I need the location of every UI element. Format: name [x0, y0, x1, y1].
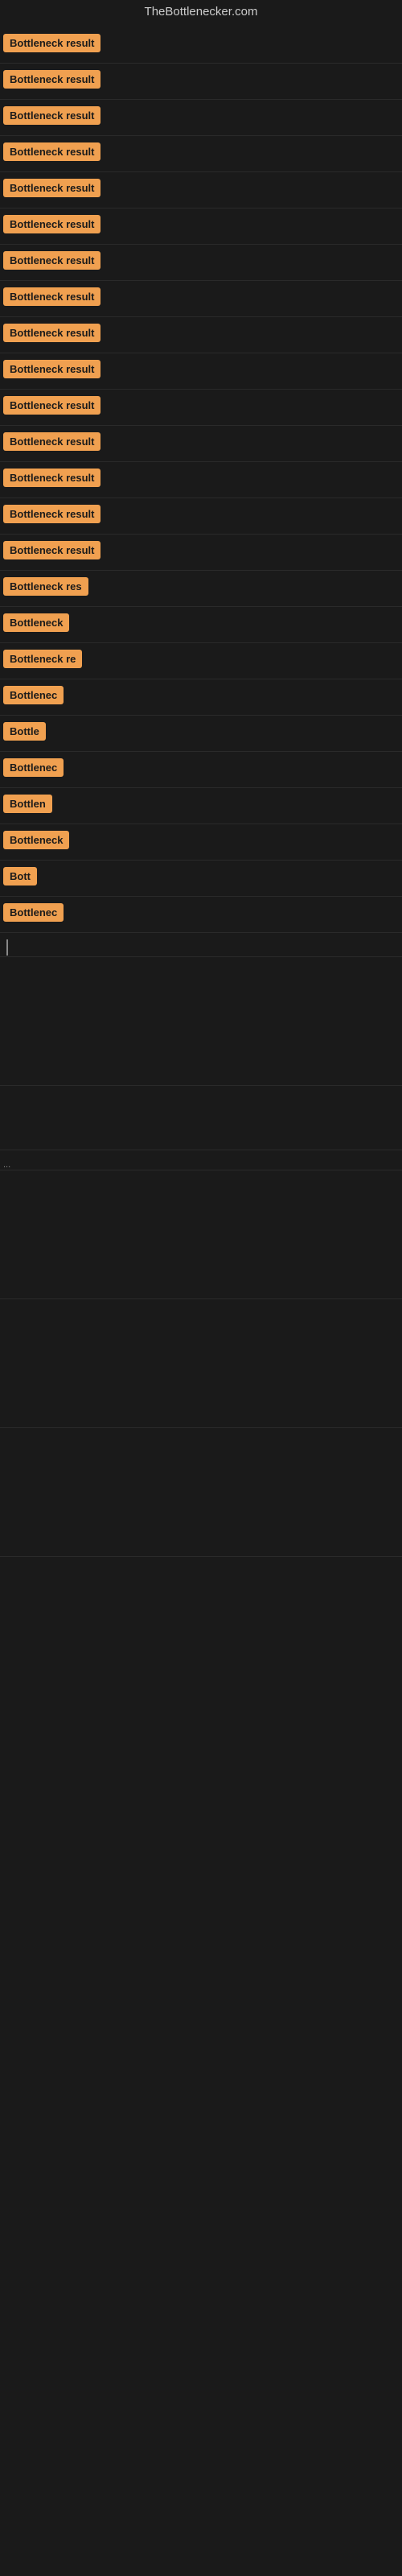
bottleneck-badge-12[interactable]: Bottleneck result — [3, 432, 100, 451]
bottleneck-badge-14[interactable]: Bottleneck result — [3, 505, 100, 523]
cursor-row — [0, 933, 402, 957]
result-row-13[interactable]: Bottleneck result — [0, 462, 402, 498]
result-row-19[interactable]: Bottlenec — [0, 679, 402, 716]
result-row-12[interactable]: Bottleneck result — [0, 426, 402, 462]
result-row-1[interactable]: Bottleneck result — [0, 27, 402, 64]
result-row-11[interactable]: Bottleneck result — [0, 390, 402, 426]
result-row-23[interactable]: Bottleneck — [0, 824, 402, 861]
bottleneck-badge-5[interactable]: Bottleneck result — [3, 179, 100, 197]
result-row-25[interactable]: Bottlenec — [0, 897, 402, 933]
bottleneck-badge-17[interactable]: Bottleneck — [3, 613, 69, 632]
bottleneck-badge-8[interactable]: Bottleneck result — [3, 287, 100, 306]
empty-area-1 — [0, 957, 402, 1086]
empty-area-2 — [0, 1086, 402, 1150]
cursor-indicator — [6, 939, 8, 956]
bottleneck-badge-9[interactable]: Bottleneck result — [3, 324, 100, 342]
result-row-9[interactable]: Bottleneck result — [0, 317, 402, 353]
result-row-4[interactable]: Bottleneck result — [0, 136, 402, 172]
result-row-18[interactable]: Bottleneck re — [0, 643, 402, 679]
small-marker: ... — [3, 1160, 10, 1170]
empty-area-6 — [0, 1557, 402, 1686]
empty-area-3 — [0, 1170, 402, 1299]
result-row-6[interactable]: Bottleneck result — [0, 208, 402, 245]
bottleneck-badge-24[interactable]: Bott — [3, 867, 37, 886]
bottleneck-badge-23[interactable]: Bottleneck — [3, 831, 69, 849]
result-row-10[interactable]: Bottleneck result — [0, 353, 402, 390]
bottleneck-badge-18[interactable]: Bottleneck re — [3, 650, 82, 668]
result-row-2[interactable]: Bottleneck result — [0, 64, 402, 100]
result-row-14[interactable]: Bottleneck result — [0, 498, 402, 535]
site-title: TheBottlenecker.com — [145, 5, 258, 19]
result-row-8[interactable]: Bottleneck result — [0, 281, 402, 317]
bottleneck-badge-16[interactable]: Bottleneck res — [3, 577, 88, 596]
bottleneck-badge-7[interactable]: Bottleneck result — [3, 251, 100, 270]
result-row-21[interactable]: Bottlenec — [0, 752, 402, 788]
bottleneck-badge-1[interactable]: Bottleneck result — [3, 34, 100, 52]
result-row-7[interactable]: Bottleneck result — [0, 245, 402, 281]
result-row-15[interactable]: Bottleneck result — [0, 535, 402, 571]
bottleneck-badge-6[interactable]: Bottleneck result — [3, 215, 100, 233]
bottleneck-badge-4[interactable]: Bottleneck result — [3, 142, 100, 161]
bottleneck-badge-21[interactable]: Bottlenec — [3, 758, 64, 777]
bottleneck-badge-3[interactable]: Bottleneck result — [3, 106, 100, 125]
result-row-16[interactable]: Bottleneck res — [0, 571, 402, 607]
marker-row: ... — [0, 1150, 402, 1170]
bottleneck-badge-22[interactable]: Bottlen — [3, 795, 52, 813]
bottleneck-badge-13[interactable]: Bottleneck result — [3, 469, 100, 487]
bottleneck-badge-19[interactable]: Bottlenec — [3, 686, 64, 704]
bottleneck-badge-10[interactable]: Bottleneck result — [3, 360, 100, 378]
result-row-5[interactable]: Bottleneck result — [0, 172, 402, 208]
result-row-17[interactable]: Bottleneck — [0, 607, 402, 643]
empty-area-5 — [0, 1428, 402, 1557]
bottleneck-badge-2[interactable]: Bottleneck result — [3, 70, 100, 89]
result-row-20[interactable]: Bottle — [0, 716, 402, 752]
result-row-22[interactable]: Bottlen — [0, 788, 402, 824]
bottleneck-badge-25[interactable]: Bottlenec — [3, 903, 64, 922]
result-row-24[interactable]: Bott — [0, 861, 402, 897]
result-row-3[interactable]: Bottleneck result — [0, 100, 402, 136]
bottleneck-badge-11[interactable]: Bottleneck result — [3, 396, 100, 415]
results-container: Bottleneck result Bottleneck result Bott… — [0, 24, 402, 1689]
site-header: TheBottlenecker.com — [0, 0, 402, 24]
empty-area-4 — [0, 1299, 402, 1428]
bottleneck-badge-15[interactable]: Bottleneck result — [3, 541, 100, 559]
bottleneck-badge-20[interactable]: Bottle — [3, 722, 46, 741]
